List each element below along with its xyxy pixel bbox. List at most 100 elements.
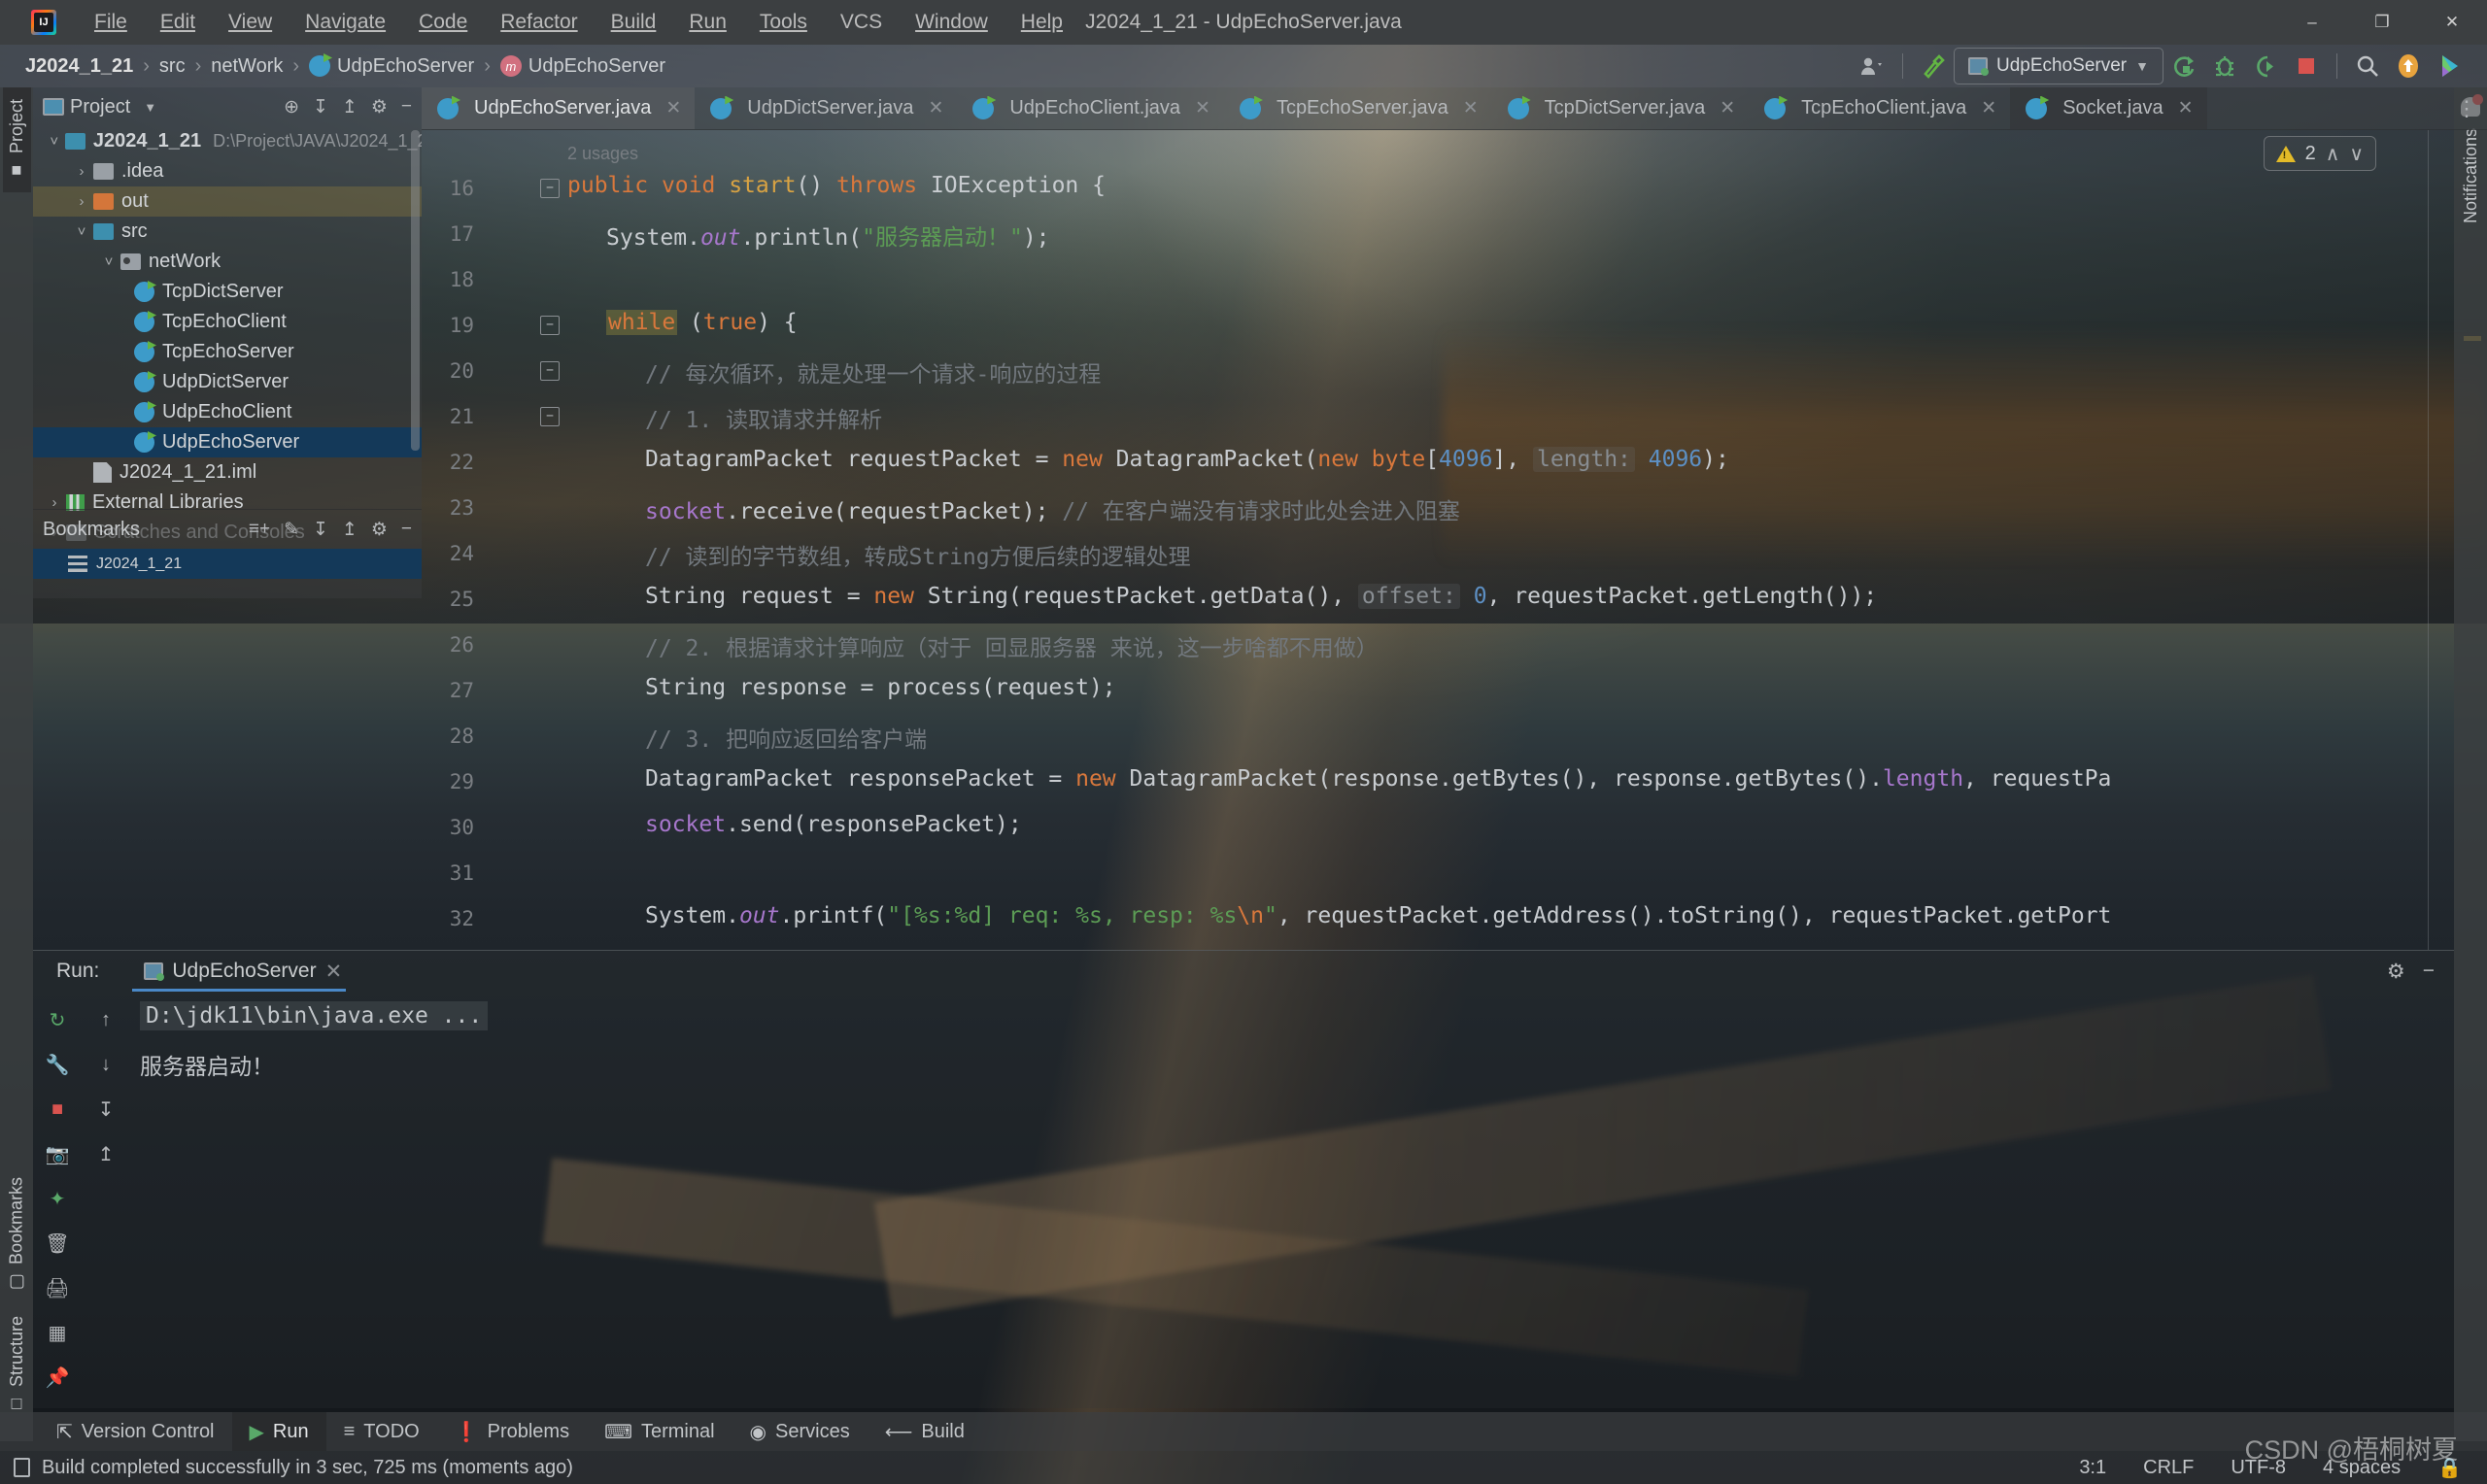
bottom-tab-todo[interactable]: ≡ TODO bbox=[326, 1412, 437, 1451]
tree-node-idea[interactable]: › .idea bbox=[33, 156, 422, 186]
close-button[interactable]: ✕ bbox=[2417, 0, 2487, 45]
ide-assistant-icon[interactable] bbox=[2429, 48, 2470, 84]
close-icon[interactable]: ✕ bbox=[665, 97, 681, 119]
settings-gear-icon[interactable]: ⚙ bbox=[2387, 960, 2405, 984]
fold-marker[interactable]: − bbox=[540, 407, 560, 426]
tree-node-udpechoclient[interactable]: UdpEchoClient bbox=[33, 397, 422, 427]
next-problem-icon[interactable]: ∨ bbox=[2349, 142, 2364, 166]
close-icon[interactable]: ✕ bbox=[928, 97, 943, 119]
menu-tools[interactable]: Tools bbox=[743, 11, 824, 34]
lock-icon[interactable]: 🔒 bbox=[2437, 1456, 2462, 1480]
scroll-to-end-icon[interactable]: ↥ bbox=[93, 1141, 119, 1166]
breadcrumb-src[interactable]: src bbox=[153, 55, 191, 78]
stop-icon[interactable]: ■ bbox=[45, 1096, 70, 1122]
chevron-down-icon[interactable]: ˅ bbox=[97, 253, 120, 270]
bottom-tab-version-control[interactable]: ⇱ Version Control bbox=[39, 1412, 232, 1451]
pin-icon[interactable]: 📌 bbox=[45, 1365, 70, 1390]
minimize-button[interactable]: – bbox=[2277, 0, 2347, 45]
close-icon[interactable]: ✕ bbox=[1195, 97, 1210, 119]
layout-icon[interactable]: ▦ bbox=[45, 1320, 70, 1345]
chevron-down-icon[interactable]: ˅ bbox=[43, 133, 65, 150]
menu-vcs[interactable]: VCS bbox=[824, 11, 899, 34]
menu-window[interactable]: Window bbox=[899, 11, 1005, 34]
camera-icon[interactable]: 📷 bbox=[45, 1141, 70, 1166]
menu-edit[interactable]: Edit bbox=[144, 11, 212, 34]
collapse-all-icon[interactable]: ↥ bbox=[342, 519, 358, 541]
bottom-tab-build[interactable]: ⟵ Build bbox=[868, 1412, 982, 1451]
menu-help[interactable]: Help bbox=[1005, 11, 1079, 34]
print-icon[interactable]: 🖨 bbox=[45, 1275, 70, 1300]
bottom-tab-services[interactable]: ◉ Services bbox=[732, 1412, 868, 1451]
project-scrollbar[interactable] bbox=[411, 130, 420, 451]
settings-gear-icon[interactable]: ⚙ bbox=[371, 96, 388, 118]
tree-node-iml[interactable]: J2024_1_21.iml bbox=[33, 457, 422, 488]
fold-marker[interactable]: − bbox=[540, 361, 560, 381]
tree-node-udpdictserver[interactable]: UdpDictServer bbox=[33, 367, 422, 397]
sidebar-item-notifications[interactable]: Notifications bbox=[2459, 124, 2483, 227]
run-configuration-selector[interactable]: UdpEchoServer ▼ bbox=[1954, 48, 2163, 84]
editor-tab-udpechoserver[interactable]: UdpEchoServer.java ✕ bbox=[422, 87, 696, 129]
tree-node-src[interactable]: ˅ src bbox=[33, 217, 422, 247]
trash-icon[interactable]: 🗑 bbox=[45, 1231, 70, 1256]
editor-gutter[interactable]: 16 17 18 19 20 21 22 23 24 25 26 27 28 2… bbox=[422, 130, 567, 950]
bottom-tab-problems[interactable]: ❗ Problems bbox=[437, 1412, 587, 1451]
build-hammer-icon[interactable] bbox=[1913, 48, 1954, 84]
status-message[interactable]: Build completed successfully in 3 sec, 7… bbox=[42, 1457, 573, 1479]
sidebar-item-project[interactable]: ■ Project bbox=[2, 87, 31, 193]
tree-node-tcpechoserver[interactable]: TcpEchoServer bbox=[33, 337, 422, 367]
tree-node-tcpdictserver[interactable]: TcpDictServer bbox=[33, 277, 422, 307]
menu-navigate[interactable]: Navigate bbox=[289, 11, 402, 34]
close-icon[interactable]: ✕ bbox=[1463, 97, 1479, 119]
maximize-button[interactable]: ❐ bbox=[2347, 0, 2417, 45]
thread-dump-icon[interactable]: ✦ bbox=[45, 1186, 70, 1211]
line-separator-indicator[interactable]: CRLF bbox=[2143, 1457, 2194, 1479]
menu-refactor[interactable]: Refactor bbox=[484, 11, 594, 34]
wrench-icon[interactable]: 🔧 bbox=[45, 1052, 70, 1077]
hide-icon[interactable]: − bbox=[2423, 960, 2435, 983]
scroll-up-icon[interactable]: ↑ bbox=[93, 1007, 119, 1032]
menu-run[interactable]: Run bbox=[672, 11, 743, 34]
user-avatar-icon[interactable] bbox=[1852, 48, 1892, 84]
settings-gear-icon[interactable]: ⚙ bbox=[371, 519, 388, 541]
sidebar-item-structure[interactable]: □ Structure bbox=[3, 1304, 31, 1426]
edit-icon[interactable]: ✎ bbox=[284, 519, 299, 541]
run-coverage-icon[interactable] bbox=[2245, 48, 2286, 84]
fold-marker[interactable]: − bbox=[540, 179, 560, 198]
caret-position-indicator[interactable]: 3:1 bbox=[2079, 1457, 2106, 1479]
previous-problem-icon[interactable]: ∧ bbox=[2326, 142, 2340, 166]
bottom-tab-terminal[interactable]: ⌨ Terminal bbox=[587, 1412, 732, 1451]
hide-icon[interactable]: − bbox=[401, 519, 412, 540]
chevron-right-icon[interactable]: › bbox=[70, 193, 93, 210]
run-icon[interactable] bbox=[2163, 48, 2204, 84]
bottom-tab-run[interactable]: ▶ Run bbox=[231, 1412, 326, 1451]
editor-tab-tcpechoserver[interactable]: TcpEchoServer.java ✕ bbox=[1224, 87, 1492, 129]
run-tab-udpechoserver[interactable]: UdpEchoServer ✕ bbox=[132, 951, 354, 992]
inspections-widget[interactable]: 2 ∧ ∨ bbox=[2263, 136, 2376, 171]
encoding-indicator[interactable]: UTF-8 bbox=[2231, 1457, 2286, 1479]
soft-wrap-icon[interactable]: ↧ bbox=[93, 1096, 119, 1122]
add-bookmark-icon[interactable]: ≡+ bbox=[249, 519, 270, 540]
editor-tab-tcpechoclient[interactable]: TcpEchoClient.java ✕ bbox=[1749, 87, 2010, 129]
tree-node-udpechoserver[interactable]: UdpEchoServer bbox=[33, 427, 422, 457]
editor-tab-udpechoclient[interactable]: UdpEchoClient.java ✕ bbox=[957, 87, 1224, 129]
breadcrumb-package[interactable]: netWork bbox=[205, 55, 289, 78]
usages-inlay-hint[interactable]: 2 usages bbox=[567, 144, 638, 164]
close-icon[interactable]: ✕ bbox=[1720, 97, 1735, 119]
expand-all-icon[interactable]: ↧ bbox=[313, 519, 328, 541]
menu-code[interactable]: Code bbox=[402, 11, 484, 34]
search-everywhere-icon[interactable] bbox=[2347, 48, 2388, 84]
expand-all-icon[interactable]: ↧ bbox=[313, 96, 328, 118]
hide-icon[interactable]: − bbox=[401, 96, 412, 118]
editor-tab-tcpdictserver[interactable]: TcpDictServer.java ✕ bbox=[1492, 87, 1750, 129]
stop-icon[interactable] bbox=[2286, 48, 2327, 84]
fold-marker[interactable]: − bbox=[540, 316, 560, 335]
sidebar-item-bookmarks[interactable]: ▢ Bookmarks bbox=[2, 1165, 31, 1304]
breadcrumb-member[interactable]: m UdpEchoServer bbox=[494, 55, 671, 78]
close-icon[interactable]: ✕ bbox=[325, 960, 343, 984]
tree-node-tcpechoclient[interactable]: TcpEchoClient bbox=[33, 307, 422, 337]
chevron-down-icon[interactable]: ˅ bbox=[70, 223, 93, 240]
chevron-right-icon[interactable]: › bbox=[70, 163, 93, 180]
menu-view[interactable]: View bbox=[212, 11, 289, 34]
bookmark-item[interactable]: J2024_1_21 bbox=[33, 549, 422, 579]
scroll-down-icon[interactable]: ↓ bbox=[93, 1052, 119, 1077]
